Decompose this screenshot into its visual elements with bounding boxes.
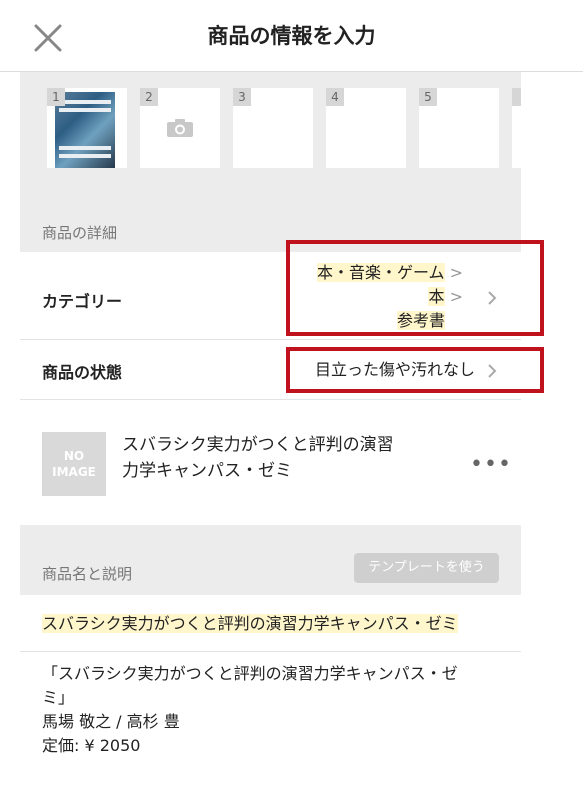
description-textarea[interactable]: 「スバラシク実力がつくと評判の演習力学キャンパス・ゼ ミ」 馬場 敬之 / 高杉… [42, 662, 512, 758]
photo-slot-1[interactable]: 1 [47, 88, 127, 168]
use-template-button[interactable]: テンプレートを使う [354, 553, 499, 583]
product-title: スバラシク実力がつくと評判の演習 力学キャンパス・ゼミ [122, 435, 394, 481]
product-name-field[interactable]: スバラシク実力がつくと評判の演習力学キャンパス・ゼミ [20, 596, 521, 652]
description-section-label: 商品名と説明 [42, 565, 133, 583]
photo-slot-number: 5 [419, 88, 437, 106]
no-image-placeholder: NO IMAGE [42, 432, 106, 496]
photo-slot-number [512, 88, 521, 106]
photo-slot-number: 4 [326, 88, 344, 106]
details-section-label: 商品の詳細 [42, 224, 118, 242]
description-line: 馬場 敬之 / 高杉 豊 [42, 712, 180, 731]
description-line: 定価: ¥ 2050 [42, 736, 141, 755]
more-options-icon[interactable]: ••• [470, 452, 512, 477]
category-highlight-box [286, 240, 544, 336]
page-title: 商品の情報を入力 [207, 24, 376, 48]
description-line: 「スバラシク実力がつくと評判の演習力学キャンパス・ゼ [42, 664, 458, 683]
category-label: カテゴリー [42, 292, 123, 311]
camera-icon [166, 118, 194, 138]
photo-slot-2[interactable]: 2 [140, 88, 220, 168]
condition-label: 商品の状態 [42, 363, 123, 382]
photo-slot-number: 1 [47, 88, 65, 106]
header-bar: 商品の情報を入力 [0, 0, 583, 72]
product-card[interactable]: NO IMAGE スバラシク実力がつくと評判の演習 力学キャンパス・ゼミ ••• [20, 400, 521, 525]
photo-slot-4[interactable]: 4 [326, 88, 406, 168]
photo-slot-5[interactable]: 5 [419, 88, 499, 168]
photo-slot-6[interactable] [512, 88, 521, 168]
description-section-header: 商品名と説明 テンプレートを使う [20, 525, 521, 595]
photo-slot-number: 2 [140, 88, 158, 106]
photo-slot-3[interactable]: 3 [233, 88, 313, 168]
photo-slot-number: 3 [233, 88, 251, 106]
product-name-text: スバラシク実力がつくと評判の演習力学キャンパス・ゼミ [42, 614, 458, 633]
photo-strip[interactable]: 1 2 3 4 5 [20, 72, 521, 202]
description-line: ミ」 [42, 688, 75, 707]
condition-highlight-box [286, 347, 544, 393]
